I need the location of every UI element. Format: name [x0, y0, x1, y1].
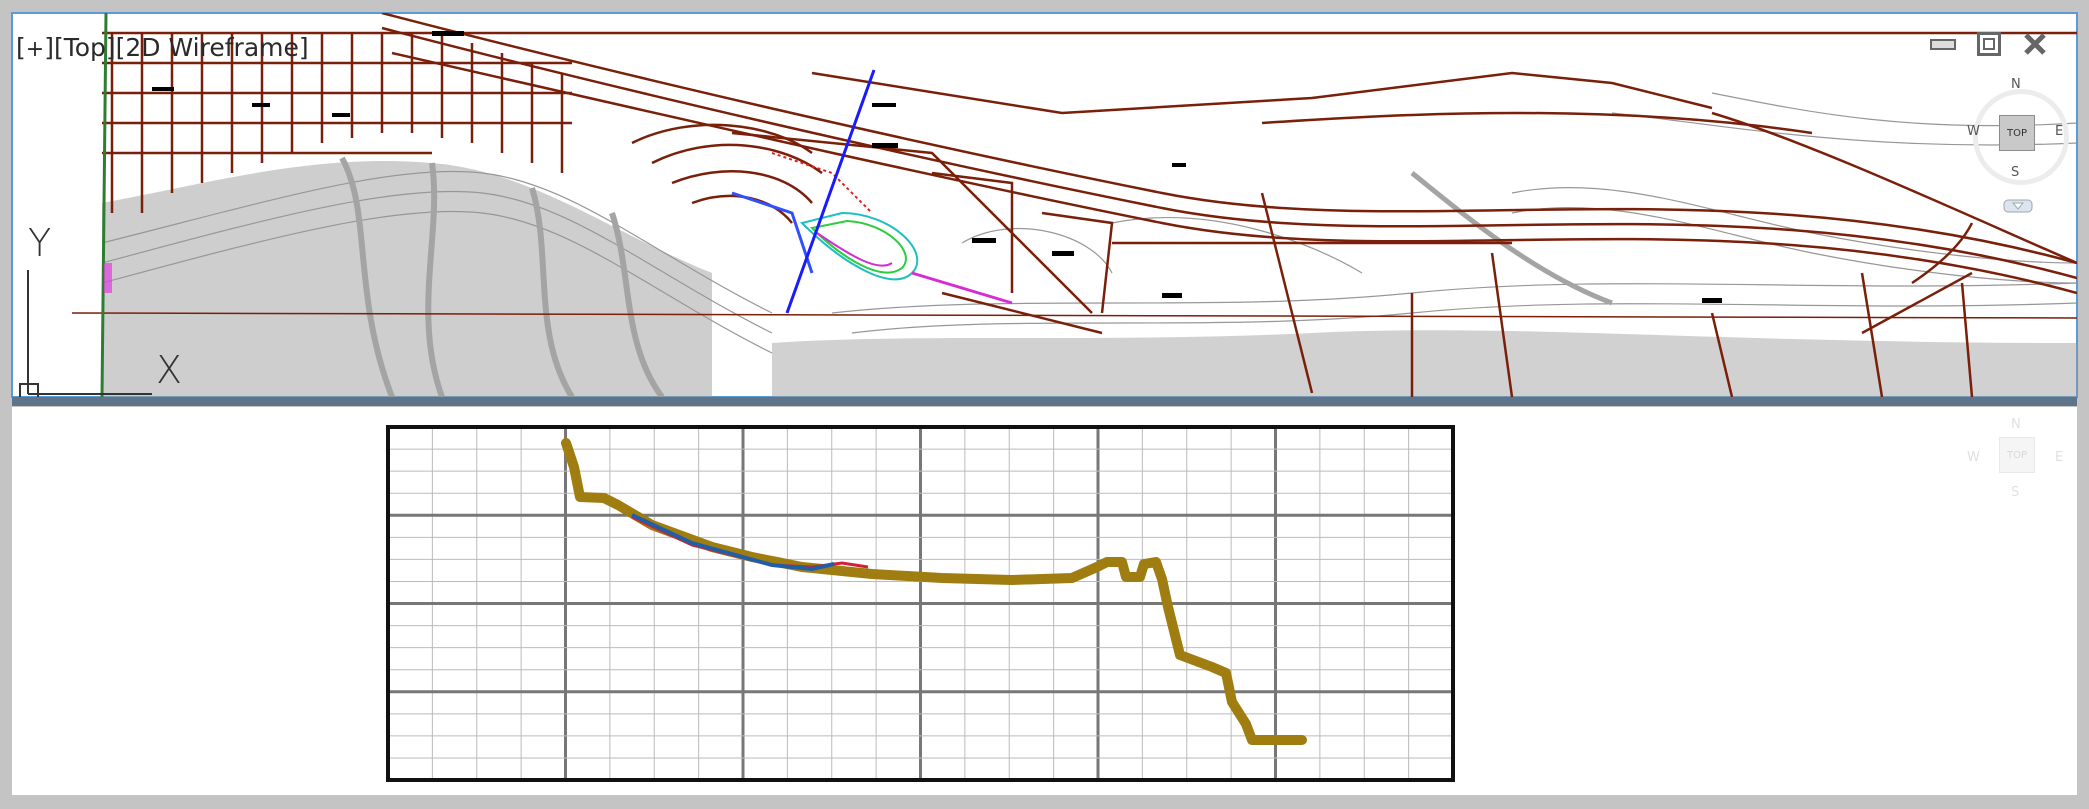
profile-grid	[386, 425, 1455, 782]
compass-east[interactable]: E	[2055, 124, 2063, 139]
plan-viewport[interactable]: [+][Top][2D Wireframe] N S W E TOP Y X	[11, 12, 2078, 398]
compass-east-inactive[interactable]: E	[2055, 450, 2063, 465]
compass-south[interactable]: S	[2011, 165, 2019, 180]
restore-button[interactable]	[1973, 29, 2005, 59]
viewcube-top-face[interactable]: TOP	[1999, 115, 2035, 151]
compass-north[interactable]: N	[2011, 77, 2021, 92]
profile-viewport[interactable]: N S W E TOP	[12, 407, 2077, 795]
minimize-button[interactable]	[1927, 29, 1959, 59]
view-style-menu[interactable]: ][Top][2D Wireframe]	[44, 33, 308, 62]
viewport-label-bracket: [	[16, 33, 26, 62]
viewcube-top-face-inactive[interactable]: TOP	[1999, 437, 2035, 473]
design-profile-blue	[631, 513, 835, 572]
plan-drawing-canvas[interactable]	[12, 13, 2077, 397]
compass-north-inactive[interactable]: N	[2011, 417, 2021, 432]
close-button[interactable]	[2019, 29, 2051, 59]
compass-west-inactive[interactable]: W	[1967, 450, 1980, 465]
ucs-x-label: X	[156, 348, 183, 392]
viewcube-menu-icon[interactable]	[2003, 199, 2033, 213]
minimize-icon	[1930, 38, 1956, 50]
viewport-splitter[interactable]	[12, 397, 2077, 406]
viewport-controls-menu[interactable]: +	[26, 37, 44, 62]
compass-south-inactive[interactable]: S	[2011, 485, 2019, 500]
profile-grid-canvas[interactable]	[12, 407, 2077, 795]
viewcube-inactive[interactable]: N S W E TOP	[1967, 407, 2067, 500]
existing-ground-profile	[561, 438, 1307, 745]
ucs-y-label: Y	[28, 221, 52, 265]
restore-icon	[1977, 32, 2001, 56]
compass-west[interactable]: W	[1967, 124, 1980, 139]
site-development	[731, 152, 1013, 305]
close-icon	[2024, 33, 2046, 55]
viewcube[interactable]: N S W E TOP	[1967, 75, 2069, 213]
viewport-label[interactable]: [+][Top][2D Wireframe]	[16, 33, 309, 62]
